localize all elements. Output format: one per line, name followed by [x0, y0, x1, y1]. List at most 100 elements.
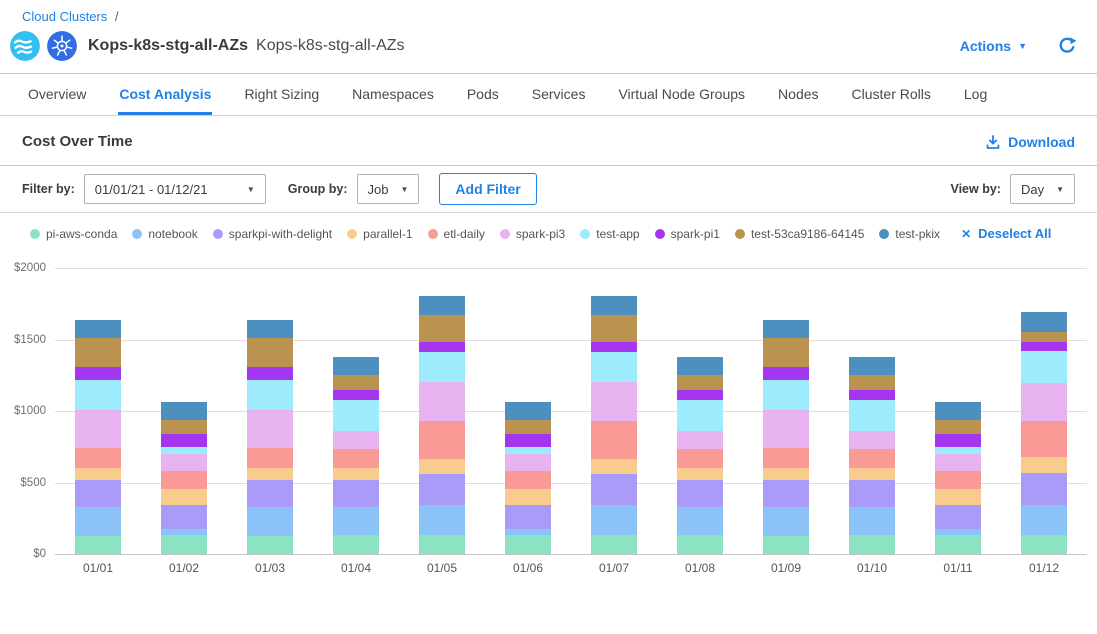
legend-item-notebook[interactable]: notebook [132, 227, 197, 241]
bar-segment-spark-pi1[interactable] [763, 367, 809, 380]
bar-segment-sparkpi-with-delight[interactable] [75, 480, 121, 506]
bar-segment-parallel-1[interactable] [763, 468, 809, 480]
tab-services[interactable]: Services [531, 74, 587, 115]
bar-segment-test-pkix[interactable] [333, 357, 379, 376]
legend-item-test-pkix[interactable]: test-pkix [879, 227, 940, 241]
tab-cost-analysis[interactable]: Cost Analysis [118, 74, 212, 115]
view-by-select[interactable]: Day ▼ [1010, 174, 1075, 204]
bar-segment-test-53ca9186-64145[interactable] [247, 338, 293, 367]
tab-pods[interactable]: Pods [466, 74, 500, 115]
bar-segment-etl-daily[interactable] [505, 471, 551, 489]
bar-segment-spark-pi1[interactable] [247, 367, 293, 380]
chart-bar-01-08[interactable] [677, 357, 723, 554]
bar-segment-test-53ca9186-64145[interactable] [75, 338, 121, 367]
bar-segment-test-pkix[interactable] [247, 320, 293, 338]
legend-item-spark-pi1[interactable]: spark-pi1 [655, 227, 720, 241]
bar-segment-test-app[interactable] [75, 380, 121, 410]
legend-item-pi-aws-conda[interactable]: pi-aws-conda [30, 227, 117, 241]
bar-segment-parallel-1[interactable] [677, 468, 723, 480]
bar-segment-etl-daily[interactable] [333, 449, 379, 468]
bar-segment-test-pkix[interactable] [419, 296, 465, 315]
bar-segment-spark-pi1[interactable] [677, 390, 723, 400]
legend-item-spark-pi3[interactable]: spark-pi3 [500, 227, 565, 241]
chart-bar-01-05[interactable] [419, 296, 465, 554]
bar-segment-test-pkix[interactable] [763, 320, 809, 338]
bar-segment-spark-pi3[interactable] [419, 382, 465, 421]
tab-cluster-rolls[interactable]: Cluster Rolls [851, 74, 932, 115]
bar-segment-test-53ca9186-64145[interactable] [505, 420, 551, 434]
bar-segment-sparkpi-with-delight[interactable] [677, 480, 723, 507]
tab-overview[interactable]: Overview [27, 74, 87, 115]
bar-segment-test-app[interactable] [849, 400, 895, 431]
bar-segment-pi-aws-conda[interactable] [935, 535, 981, 554]
bar-segment-pi-aws-conda[interactable] [419, 535, 465, 554]
bar-segment-test-53ca9186-64145[interactable] [161, 420, 207, 434]
bar-segment-pi-aws-conda[interactable] [677, 535, 723, 554]
bar-segment-parallel-1[interactable] [333, 468, 379, 480]
tab-right-sizing[interactable]: Right Sizing [243, 74, 320, 115]
bar-segment-pi-aws-conda[interactable] [161, 535, 207, 554]
bar-segment-test-pkix[interactable] [935, 402, 981, 420]
bar-segment-notebook[interactable] [333, 507, 379, 536]
bar-segment-notebook[interactable] [763, 507, 809, 536]
bar-segment-parallel-1[interactable] [1021, 457, 1067, 473]
bar-segment-pi-aws-conda[interactable] [763, 536, 809, 554]
legend-item-etl-daily[interactable]: etl-daily [428, 227, 485, 241]
chart-bar-01-04[interactable] [333, 357, 379, 554]
bar-segment-sparkpi-with-delight[interactable] [1021, 473, 1067, 506]
bar-segment-spark-pi1[interactable] [1021, 342, 1067, 351]
bar-segment-pi-aws-conda[interactable] [505, 535, 551, 554]
bar-segment-parallel-1[interactable] [935, 489, 981, 505]
bar-segment-test-53ca9186-64145[interactable] [419, 315, 465, 343]
deselect-all[interactable]: ✕ Deselect All [961, 226, 1051, 241]
tab-log[interactable]: Log [963, 74, 988, 115]
bar-segment-test-app[interactable] [333, 400, 379, 431]
bar-segment-parallel-1[interactable] [75, 468, 121, 480]
bar-segment-test-pkix[interactable] [1021, 312, 1067, 332]
bar-segment-test-53ca9186-64145[interactable] [677, 375, 723, 389]
bar-segment-etl-daily[interactable] [849, 449, 895, 468]
bar-segment-test-app[interactable] [935, 447, 981, 454]
bar-segment-sparkpi-with-delight[interactable] [419, 474, 465, 505]
bar-segment-sparkpi-with-delight[interactable] [505, 505, 551, 529]
bar-segment-notebook[interactable] [591, 505, 637, 535]
chart-bar-01-12[interactable] [1021, 312, 1067, 554]
bar-segment-pi-aws-conda[interactable] [333, 535, 379, 554]
bar-segment-spark-pi1[interactable] [505, 434, 551, 447]
bar-segment-notebook[interactable] [419, 505, 465, 535]
bar-segment-pi-aws-conda[interactable] [849, 535, 895, 554]
legend-item-sparkpi-with-delight[interactable]: sparkpi-with-delight [213, 227, 332, 241]
bar-segment-notebook[interactable] [75, 507, 121, 536]
bar-segment-spark-pi3[interactable] [75, 410, 121, 449]
bar-segment-sparkpi-with-delight[interactable] [849, 480, 895, 507]
bar-segment-sparkpi-with-delight[interactable] [763, 480, 809, 506]
bar-segment-etl-daily[interactable] [75, 448, 121, 468]
bar-segment-parallel-1[interactable] [849, 468, 895, 480]
bar-segment-test-app[interactable] [763, 380, 809, 410]
bar-segment-etl-daily[interactable] [1021, 421, 1067, 457]
bar-segment-etl-daily[interactable] [161, 471, 207, 489]
chart-bar-01-01[interactable] [75, 320, 121, 554]
bar-segment-spark-pi3[interactable] [1021, 383, 1067, 421]
group-by-select[interactable]: Job ▼ [357, 174, 420, 204]
bar-segment-parallel-1[interactable] [591, 459, 637, 474]
chart-bar-01-06[interactable] [505, 402, 551, 554]
bar-segment-test-app[interactable] [591, 352, 637, 382]
bar-segment-spark-pi3[interactable] [763, 410, 809, 449]
chart-bar-01-09[interactable] [763, 320, 809, 554]
refresh-button[interactable] [1057, 36, 1077, 56]
tab-virtual-node-groups[interactable]: Virtual Node Groups [617, 74, 746, 115]
chart-bar-01-10[interactable] [849, 357, 895, 554]
bar-segment-spark-pi1[interactable] [935, 434, 981, 447]
bar-segment-notebook[interactable] [247, 507, 293, 536]
breadcrumb-link-cloud-clusters[interactable]: Cloud Clusters [22, 9, 107, 24]
bar-segment-etl-daily[interactable] [935, 471, 981, 489]
bar-segment-test-53ca9186-64145[interactable] [935, 420, 981, 434]
legend-item-test-app[interactable]: test-app [580, 227, 639, 241]
bar-segment-spark-pi3[interactable] [849, 431, 895, 449]
bar-segment-spark-pi3[interactable] [333, 431, 379, 449]
bar-segment-sparkpi-with-delight[interactable] [591, 474, 637, 505]
bar-segment-test-53ca9186-64145[interactable] [333, 375, 379, 389]
bar-segment-test-pkix[interactable] [677, 357, 723, 376]
bar-segment-etl-daily[interactable] [247, 448, 293, 468]
